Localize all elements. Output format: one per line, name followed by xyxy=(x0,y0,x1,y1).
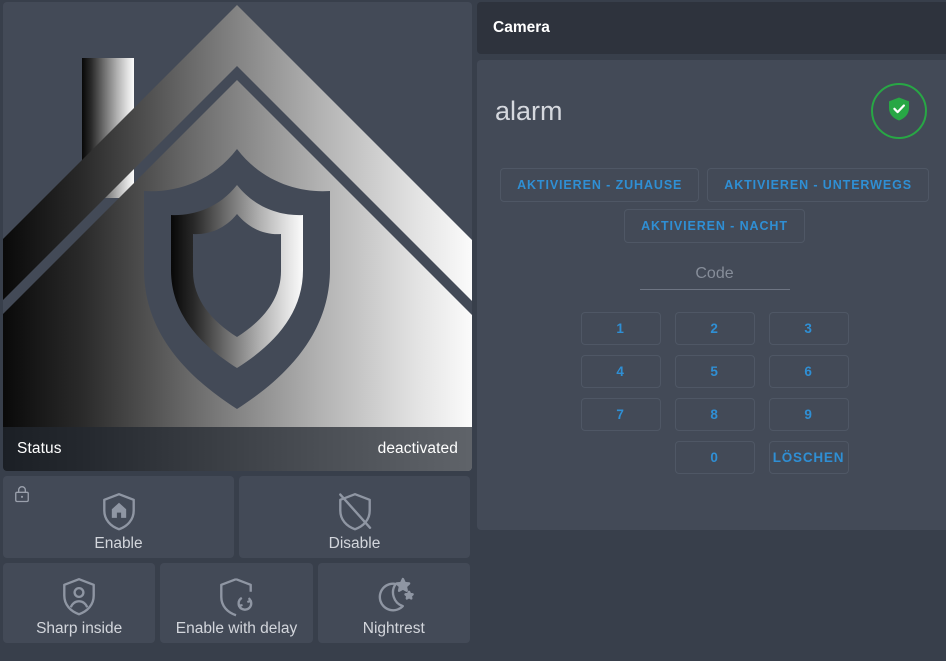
alarm-mode-row-1: AKTIVIEREN - ZUHAUSE AKTIVIEREN - UNTERW… xyxy=(477,168,946,202)
keypad-key-7[interactable]: 7 xyxy=(580,398,661,431)
keypad-key-2[interactable]: 2 xyxy=(674,312,755,345)
keypad-clear-button[interactable]: LÖSCHEN xyxy=(768,441,849,474)
shield-home-icon xyxy=(98,490,140,532)
shield-refresh-icon xyxy=(215,575,257,617)
status-label: Status xyxy=(17,440,62,457)
picture-status-bar: Status deactivated xyxy=(3,427,472,471)
keypad-key-0[interactable]: 0 xyxy=(674,441,755,474)
tile-enable-with-delay-label: Enable with delay xyxy=(175,620,298,637)
alarm-keypad: 1 2 3 4 5 6 7 8 9 0 LÖSCHEN xyxy=(580,312,849,474)
status-value: deactivated xyxy=(377,440,458,457)
alarm-title-row: alarm xyxy=(477,60,946,140)
alarm-title: alarm xyxy=(495,96,563,126)
alarm-panel-card: alarm AKTIVIEREN - ZUHAUSE AKTIVIEREN - … xyxy=(477,60,946,530)
alarm-mode-row-2: AKTIVIEREN - NACHT xyxy=(477,209,946,243)
alarm-mode-buttons: AKTIVIEREN - ZUHAUSE AKTIVIEREN - UNTERW… xyxy=(477,168,946,243)
shield-account-icon xyxy=(58,575,100,617)
keypad-key-8[interactable]: 8 xyxy=(674,398,755,431)
code-input[interactable] xyxy=(639,263,790,290)
house-shield-picture-card[interactable]: Status deactivated xyxy=(3,2,472,471)
camera-card-header[interactable]: Camera xyxy=(477,2,946,54)
moon-stars-icon xyxy=(373,575,415,617)
shield-off-icon xyxy=(334,490,376,532)
tile-sharp-inside-label: Sharp inside xyxy=(36,620,123,637)
camera-title: Camera xyxy=(493,19,550,36)
shield-check-icon xyxy=(870,82,928,140)
app-root: Status deactivated Enable Disable Sharp … xyxy=(0,0,946,661)
action-tiles-row-1: Enable Disable xyxy=(3,476,470,558)
left-column: Status deactivated Enable Disable Sharp … xyxy=(0,0,475,661)
lock-icon xyxy=(12,483,32,505)
arm-home-button[interactable]: AKTIVIEREN - ZUHAUSE xyxy=(500,168,700,202)
code-field-wrapper xyxy=(639,263,790,290)
action-tiles-row-2: Sharp inside Enable with delay Nightrest xyxy=(3,563,470,643)
arm-night-button[interactable]: AKTIVIEREN - NACHT xyxy=(624,209,805,243)
right-column: Camera alarm AKTIVIEREN - ZUHAUSE AKTIVI… xyxy=(475,0,946,661)
keypad-key-6[interactable]: 6 xyxy=(768,355,849,388)
keypad-key-4[interactable]: 4 xyxy=(580,355,661,388)
tile-nightrest[interactable]: Nightrest xyxy=(317,563,470,643)
tile-disable[interactable]: Disable xyxy=(239,476,470,558)
tile-enable-with-delay[interactable]: Enable with delay xyxy=(160,563,313,643)
arm-away-button[interactable]: AKTIVIEREN - UNTERWEGS xyxy=(707,168,929,202)
tile-nightrest-label: Nightrest xyxy=(362,620,425,637)
keypad-key-1[interactable]: 1 xyxy=(580,312,661,345)
keypad-spacer xyxy=(581,441,661,474)
tile-enable[interactable]: Enable xyxy=(3,476,234,558)
tile-enable-label: Enable xyxy=(94,535,143,552)
tile-disable-label: Disable xyxy=(328,535,381,552)
house-shield-picture xyxy=(3,2,472,471)
keypad-key-3[interactable]: 3 xyxy=(768,312,849,345)
tile-sharp-inside[interactable]: Sharp inside xyxy=(3,563,156,643)
keypad-key-9[interactable]: 9 xyxy=(768,398,849,431)
keypad-key-5[interactable]: 5 xyxy=(674,355,755,388)
